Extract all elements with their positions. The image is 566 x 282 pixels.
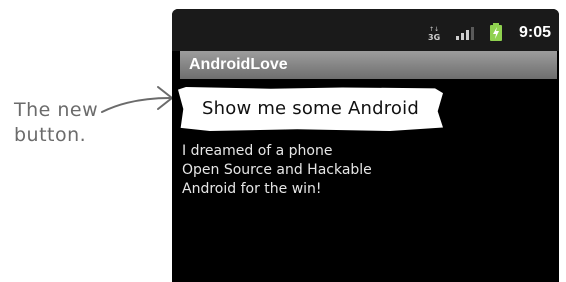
annotation-arrow-icon <box>101 86 173 113</box>
svg-text:3G: 3G <box>428 33 440 42</box>
lyrics-line-2: Open Source and Hackable <box>182 162 372 178</box>
lyrics-line-1: I dreamed of a phone <box>182 143 333 159</box>
network-3g-icon: ↑↓ 3G <box>428 26 440 42</box>
show-love-button[interactable]: Show me some Android love! <box>178 87 443 131</box>
annotation-line-2: button. <box>14 124 87 146</box>
lyrics-text: I dreamed of a phone Open Source and Hac… <box>182 142 372 199</box>
lyrics-line-3: Android for the win! <box>182 181 322 197</box>
annotation-line-1: The new <box>14 99 99 121</box>
signal-bars-icon <box>456 27 474 40</box>
phone-screen: ↑↓ 3G 9:05 AndroidLove Show me some Andr… <box>172 9 559 282</box>
svg-text:↑↓: ↑↓ <box>429 26 439 33</box>
battery-charging-icon <box>490 23 502 41</box>
status-clock: 9:05 <box>518 24 551 41</box>
app-title-bar: AndroidLove <box>180 51 557 79</box>
status-bar: ↑↓ 3G 9:05 <box>172 9 559 51</box>
annotation-label: The new button. <box>14 98 98 148</box>
